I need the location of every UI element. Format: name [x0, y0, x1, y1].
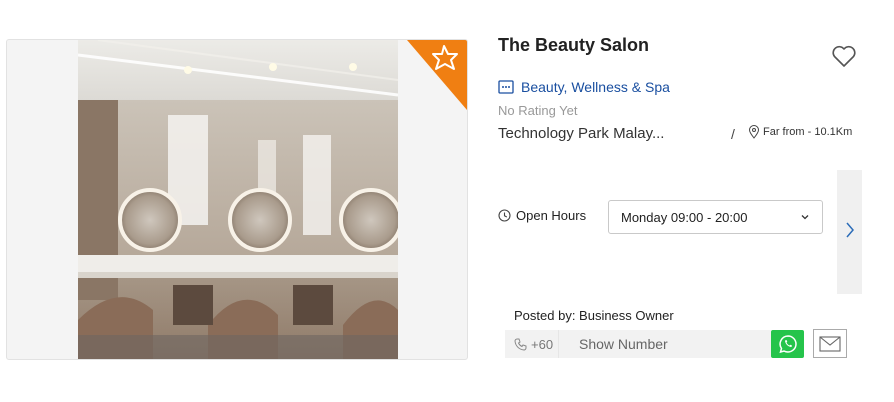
location-pin-icon	[748, 125, 760, 139]
salon-photo-illustration	[78, 40, 398, 359]
salon-photo[interactable]	[78, 40, 398, 359]
phone-row: +60 Show Number	[505, 330, 771, 358]
listing-title[interactable]: The Beauty Salon	[498, 35, 649, 56]
open-hours-label: Open Hours	[498, 208, 586, 223]
posted-by-text: Posted by: Business Owner	[514, 308, 674, 323]
email-button[interactable]	[813, 329, 847, 358]
show-number-button[interactable]: Show Number	[559, 336, 668, 352]
featured-ribbon	[407, 40, 467, 110]
distance-text: Far from - 10.1Km	[763, 126, 853, 138]
distance-info[interactable]: Far from - 10.1Km	[748, 125, 852, 139]
open-hours-dropdown[interactable]: Monday 09:00 - 20:00	[608, 200, 823, 234]
chevron-right-icon	[846, 222, 854, 238]
open-hours-text: Open Hours	[516, 208, 587, 223]
whatsapp-icon	[778, 335, 797, 354]
phone-icon	[514, 338, 527, 351]
mail-icon	[819, 335, 841, 352]
open-hours-selected: Monday 09:00 - 20:00	[621, 209, 748, 225]
heart-icon[interactable]	[831, 44, 857, 68]
whatsapp-button[interactable]	[771, 330, 804, 358]
phone-prefix-text: +60	[531, 336, 554, 352]
category-row[interactable]: Beauty, Wellness & Spa	[498, 79, 670, 95]
next-listing-button[interactable]	[837, 170, 862, 294]
address-text: Technology Park Malay...	[498, 125, 665, 142]
chevron-down-icon	[801, 215, 809, 220]
address-separator: /	[731, 126, 735, 142]
category-link[interactable]: Beauty, Wellness & Spa	[521, 79, 670, 95]
clock-icon	[498, 209, 511, 222]
rating-text: No Rating Yet	[498, 103, 578, 118]
category-icon	[498, 80, 514, 94]
phone-prefix: +60	[505, 330, 559, 358]
listing-image-card[interactable]	[6, 39, 468, 360]
